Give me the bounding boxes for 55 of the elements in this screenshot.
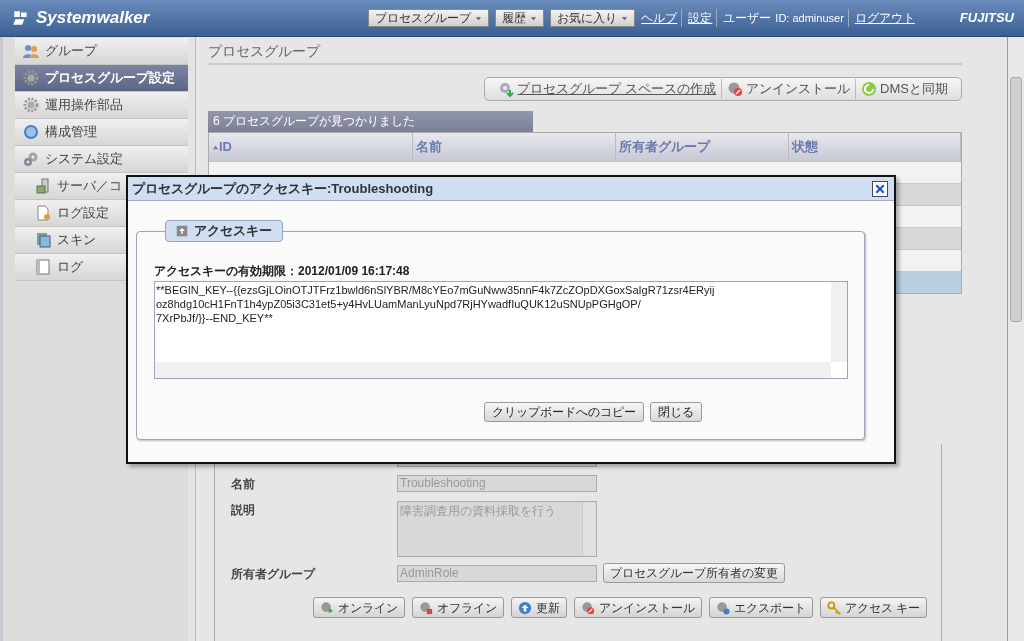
gears-icon <box>23 151 39 167</box>
server-icon <box>35 178 51 194</box>
scrollbar[interactable] <box>1007 37 1024 641</box>
menu-dropdown[interactable]: 履歴 <box>495 9 545 27</box>
caret-icon <box>621 14 629 22</box>
field-label: 所有者グループ <box>231 566 317 583</box>
collapse-icon <box>176 225 188 237</box>
refresh-icon <box>861 81 878 97</box>
sidebar-item[interactable]: グループ <box>15 38 188 65</box>
sidebar-item[interactable]: 構成管理 <box>15 119 188 146</box>
toolbar-button[interactable]: プロセスグループ スペースの作成 <box>493 79 722 99</box>
dialog-button[interactable]: クリップボードへのコピー <box>484 402 644 422</box>
page-title: プロセスグループ <box>208 41 962 65</box>
sidebar-item[interactable]: プロセスグループ設定 <box>15 65 188 92</box>
scrollbar[interactable] <box>155 362 831 378</box>
scrollbar[interactable] <box>831 282 847 362</box>
toolbar-button[interactable]: アンインストール <box>721 79 856 99</box>
toolbar-button[interactable]: DMSと同期 <box>855 79 953 99</box>
action-button[interactable]: アクセス キー <box>820 597 928 618</box>
sidebar-item[interactable]: システム設定 <box>15 146 188 173</box>
scrollbar[interactable] <box>582 502 596 556</box>
sort-icon <box>212 143 219 151</box>
key-text-area[interactable]: **BEGIN_KEY--{{ezsGjLOinOTJTFrz1bwld6nSlYBR/M8cYEo7mGuNww35nnF4k7ZcZOpDXGoxSaIgR71zsr4ERyij oz8hdg10cH1FnT1h4ypZ05i3C31et5+y4HvLUamManLyuNpd7RjHYwadfIuQUK12uSNUpPGHgOP/ 7XrPbJf/}}--END_KEY** <box>154 281 848 379</box>
change-owner-button[interactable]: プロセスグループ所有者の変更 <box>603 563 785 583</box>
header-link[interactable]: 設定 <box>688 9 718 27</box>
field-label: 名前 <box>231 476 256 493</box>
action-button[interactable]: 更新 <box>511 597 567 618</box>
logo-text: Systemwalker <box>36 7 150 30</box>
field-label: 説明 <box>231 502 256 519</box>
menu-dropdown[interactable]: プロセスグループ <box>368 9 490 27</box>
key-icon <box>827 600 841 615</box>
sidebar-item[interactable]: 運用操作部品 <box>15 92 188 119</box>
user-label: ユーザー <box>723 10 772 27</box>
table-caption: 6 プロセスグループが見つかりました <box>208 111 533 132</box>
scroll-thumb[interactable] <box>1010 77 1022 322</box>
logout-link[interactable]: ログアウト <box>854 9 915 27</box>
close-button[interactable] <box>872 180 888 197</box>
caret-icon <box>530 14 538 22</box>
action-button[interactable]: オンライン <box>313 597 405 618</box>
book-icon <box>35 259 51 275</box>
menu-dropdown[interactable]: お気に入り <box>550 9 636 27</box>
document-icon <box>35 205 51 221</box>
legend-text: アクセスキー <box>194 222 272 241</box>
people-icon <box>23 43 39 59</box>
header-link[interactable]: ヘルプ <box>641 9 683 27</box>
caret-icon <box>475 14 483 22</box>
action-button[interactable]: エクスポート <box>709 597 813 618</box>
palette-icon <box>35 232 51 248</box>
key-text: **BEGIN_KEY--{{ezsGjLOinOTJTFrz1bwld6nSlYBR/M8cYEo7mGuNww35nnF4k7ZcZOpDXGoxSaIgR71zsr4ERyij oz8hdg10cH1FnT1h4ypZ05i3C31et5+y4HvLUamManLyuNpd7RjHYwadfIuQUK12uSNUpPGHgOP/ 7XrPbJf/}}--END_KEY** <box>156 283 715 325</box>
action-button[interactable]: オフライン <box>412 597 504 618</box>
dialog-button[interactable]: 閉じる <box>650 402 702 422</box>
action-button[interactable]: アンインストール <box>574 597 702 618</box>
user-id: ID: adminuser <box>775 11 844 26</box>
brand-logo: FUJITSU <box>959 9 1014 28</box>
close-icon <box>874 182 886 195</box>
